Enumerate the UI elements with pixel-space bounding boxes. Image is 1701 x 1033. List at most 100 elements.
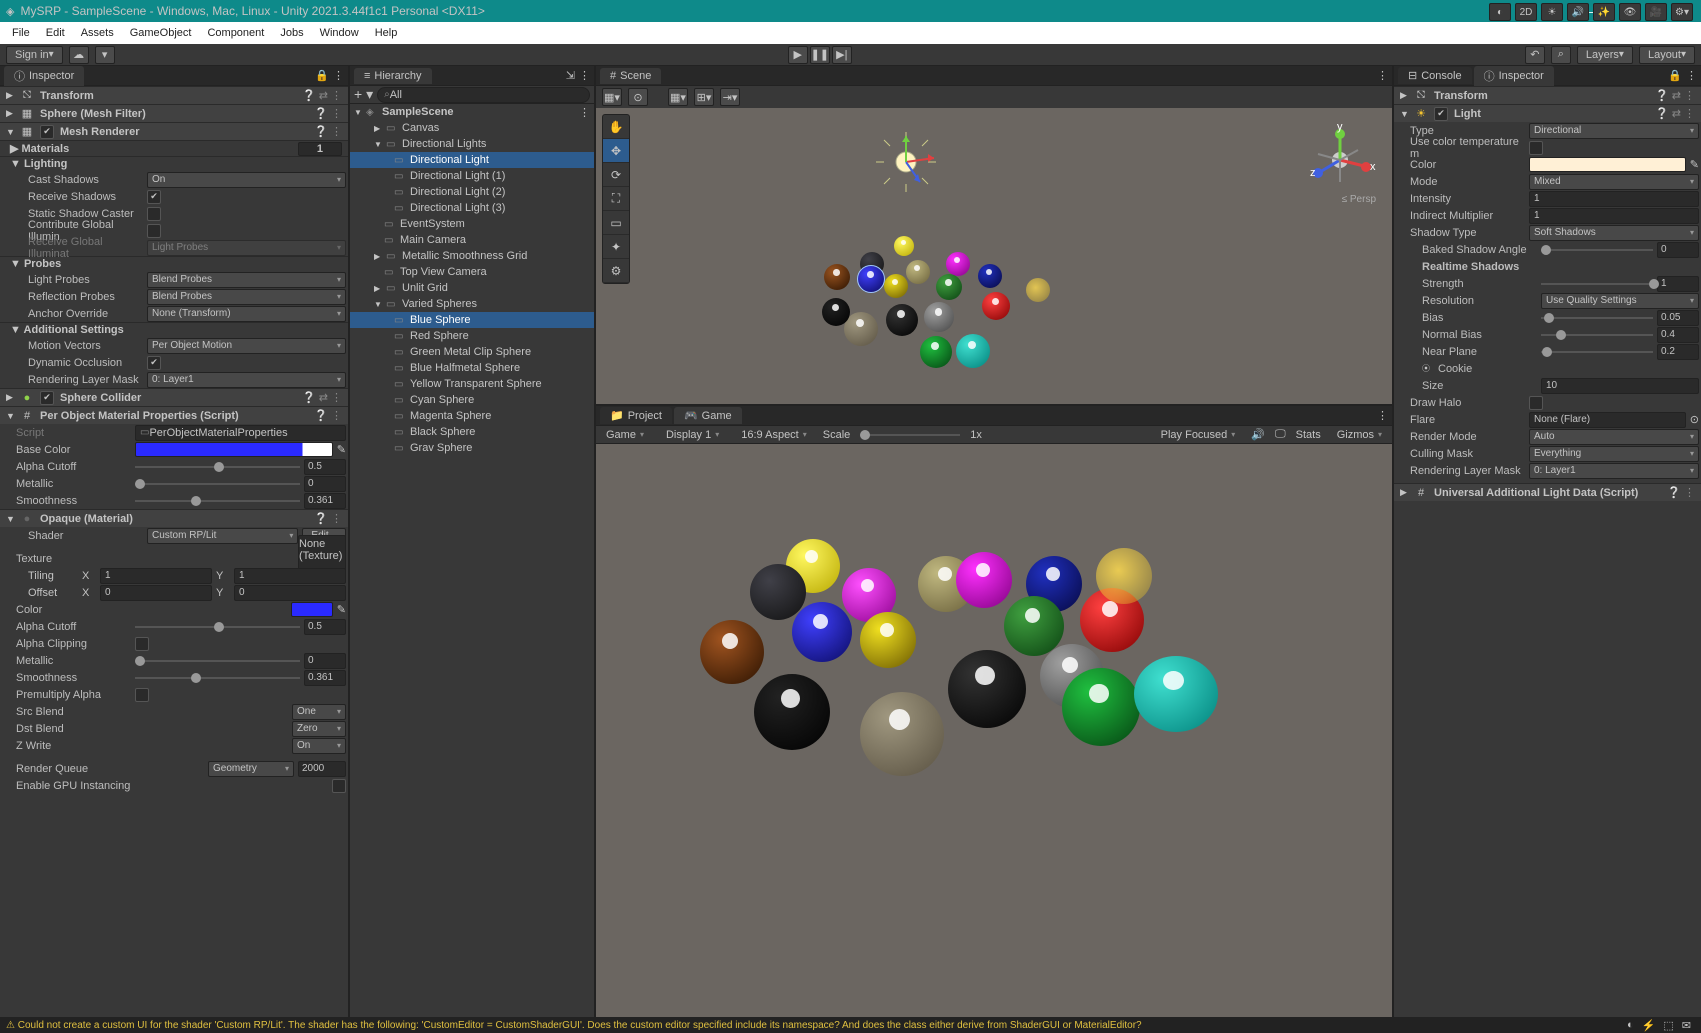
move-tool[interactable]: ✥: [603, 139, 629, 163]
aspect-dropdown[interactable]: 16:9 Aspect: [735, 427, 813, 443]
strength-value[interactable]: 1: [1657, 276, 1699, 292]
bias-value[interactable]: 0.05: [1657, 310, 1699, 326]
light-icon[interactable]: ☀: [1541, 3, 1563, 21]
eyedropper3-icon[interactable]: ✎: [1690, 158, 1699, 171]
tab-hierarchy[interactable]: ≡ Hierarchy: [354, 68, 432, 84]
snap-button[interactable]: ⊞▾: [694, 88, 714, 106]
tab-console[interactable]: ⊟ Console: [1398, 67, 1472, 84]
tab-game[interactable]: 🎮 Game: [674, 407, 742, 424]
materials-header[interactable]: ▶ Materials1: [0, 140, 348, 156]
grid-button[interactable]: ▦▾: [668, 88, 688, 106]
smoothness-value[interactable]: 0.361: [304, 493, 346, 509]
dynamic-occlusion-check[interactable]: ✔: [147, 356, 161, 370]
tree-dirlight[interactable]: ▭Directional Light: [350, 152, 594, 168]
eyedropper2-icon[interactable]: ✎: [337, 603, 346, 616]
undo-history-icon[interactable]: ↶: [1525, 46, 1545, 64]
audio-icon[interactable]: 🔊: [1251, 428, 1265, 441]
hier-context-icon[interactable]: ⋮: [579, 69, 590, 82]
shader-dropdown[interactable]: Custom RP/Lit: [147, 528, 298, 544]
shade-icon[interactable]: ◐: [1489, 3, 1511, 21]
usetemp-check[interactable]: [1529, 141, 1543, 155]
alphacutoff-value[interactable]: 0.5: [304, 459, 346, 475]
tree-yellowtrans[interactable]: ▭Yellow Transparent Sphere: [350, 376, 594, 392]
metallic2-slider[interactable]: [135, 653, 300, 669]
orientation-gizmo[interactable]: x y z: [1304, 124, 1376, 196]
alphacutoff2-value[interactable]: 0.5: [304, 619, 346, 635]
pause-button[interactable]: ❚❚: [810, 46, 830, 64]
contrib-gi-check[interactable]: [147, 224, 161, 238]
intensity-field[interactable]: 1: [1529, 191, 1699, 207]
offset-x[interactable]: 0: [100, 585, 212, 601]
r-transform[interactable]: ▶⛞Transform❔ ⇄ ⋮: [1394, 86, 1701, 104]
gizmos-dropdown[interactable]: Gizmos: [1331, 427, 1388, 443]
nbias-value[interactable]: 0.4: [1657, 327, 1699, 343]
bias-slider[interactable]: [1541, 310, 1653, 326]
mode-dropdown[interactable]: Mixed: [1529, 174, 1699, 190]
tree-dirlights[interactable]: ▼▭Directional Lights: [350, 136, 594, 152]
receive-shadows-check[interactable]: ✔: [147, 190, 161, 204]
flare-picker-icon[interactable]: ⊙: [1690, 413, 1699, 426]
tree-canvas[interactable]: ▶▭Canvas: [350, 120, 594, 136]
component-transform[interactable]: ▶⛞Transform❔ ⇄ ⋮: [0, 86, 348, 104]
additional-header[interactable]: ▼ Additional Settings: [0, 322, 348, 337]
menu-file[interactable]: File: [4, 25, 38, 41]
component-meshrenderer[interactable]: ▼▦✔Mesh Renderer❔ ⋮: [0, 122, 348, 140]
create-button[interactable]: + ▾: [354, 86, 373, 103]
offset-y[interactable]: 0: [234, 585, 346, 601]
reflection-probes-dropdown[interactable]: Blend Probes: [147, 289, 346, 305]
metallic-value[interactable]: 0: [304, 476, 346, 492]
footer-icon1[interactable]: ◐: [1627, 1019, 1634, 1031]
smoothness-slider[interactable]: [135, 493, 300, 509]
tree-greenmetal[interactable]: ▭Green Metal Clip Sphere: [350, 344, 594, 360]
persp-label[interactable]: ≤ Persp: [1342, 194, 1376, 205]
spherecollider-enable[interactable]: ✔: [40, 391, 54, 405]
probes-header[interactable]: ▼ Probes: [0, 256, 348, 271]
tree-varied[interactable]: ▼▭Varied Spheres: [350, 296, 594, 312]
menu-window[interactable]: Window: [312, 25, 367, 41]
game-target[interactable]: Game: [600, 427, 650, 443]
renderqueue-value[interactable]: 2000: [298, 761, 346, 777]
cloud-icon[interactable]: ☁: [69, 46, 89, 64]
game-view[interactable]: [596, 444, 1392, 1017]
lock2-icon[interactable]: 🔒: [1668, 69, 1682, 82]
play-mode[interactable]: Play Focused: [1155, 427, 1242, 443]
tab-project[interactable]: 📁 Project: [600, 407, 672, 424]
tiling-x[interactable]: 1: [100, 568, 212, 584]
near-value[interactable]: 0.2: [1657, 344, 1699, 360]
play-button[interactable]: ▶: [788, 46, 808, 64]
step-button[interactable]: ▶|: [832, 46, 852, 64]
r-rlm-dropdown[interactable]: 0: Layer1: [1529, 463, 1699, 479]
tree-bluesphere[interactable]: ▭Blue Sphere: [350, 312, 594, 328]
material-header[interactable]: ▼●Opaque (Material)❔ ⋮: [0, 509, 348, 527]
pivot-button[interactable]: ⊙: [628, 88, 648, 106]
menu-gameobject[interactable]: GameObject: [122, 25, 200, 41]
custom-tool[interactable]: ⚙: [603, 259, 629, 283]
tab-inspector2[interactable]: ⓘ Inspector: [1474, 66, 1554, 86]
motion-vectors-dropdown[interactable]: Per Object Motion: [147, 338, 346, 354]
renderqueue-dropdown[interactable]: Geometry: [208, 761, 294, 777]
baked-value[interactable]: 0: [1657, 242, 1699, 258]
vis-icon[interactable]: 👁: [1619, 3, 1641, 21]
dstblend-dropdown[interactable]: Zero: [292, 721, 346, 737]
ctx2-icon[interactable]: ⋮: [1686, 69, 1697, 82]
rect-tool[interactable]: ▭: [603, 211, 629, 235]
menu-edit[interactable]: Edit: [38, 25, 73, 41]
r-color-field[interactable]: [1529, 157, 1686, 172]
metallic2-value[interactable]: 0: [304, 653, 346, 669]
tree-dirlight2[interactable]: ▭Directional Light (2): [350, 184, 594, 200]
signin-button[interactable]: Sign in ▾: [6, 46, 63, 64]
rendering-layer-dropdown[interactable]: 0: Layer1: [147, 372, 346, 388]
alphaclip-check[interactable]: [135, 637, 149, 651]
nbias-slider[interactable]: [1541, 327, 1653, 343]
scale-tool[interactable]: ⛶: [603, 187, 629, 211]
baked-slider[interactable]: [1541, 242, 1653, 258]
smoothness2-value[interactable]: 0.361: [304, 670, 346, 686]
srcblend-dropdown[interactable]: One: [292, 704, 346, 720]
tree-eventsystem[interactable]: ▭EventSystem: [350, 216, 594, 232]
link-icon[interactable]: ⇲: [566, 69, 575, 82]
tree-scene[interactable]: ▼◈SampleScene⋮: [350, 104, 594, 120]
lighting-header[interactable]: ▼ Lighting: [0, 156, 348, 171]
premul-check[interactable]: [135, 688, 149, 702]
warning-message[interactable]: Could not create a custom UI for the sha…: [6, 1020, 1142, 1031]
zwrite-dropdown[interactable]: On: [292, 738, 346, 754]
